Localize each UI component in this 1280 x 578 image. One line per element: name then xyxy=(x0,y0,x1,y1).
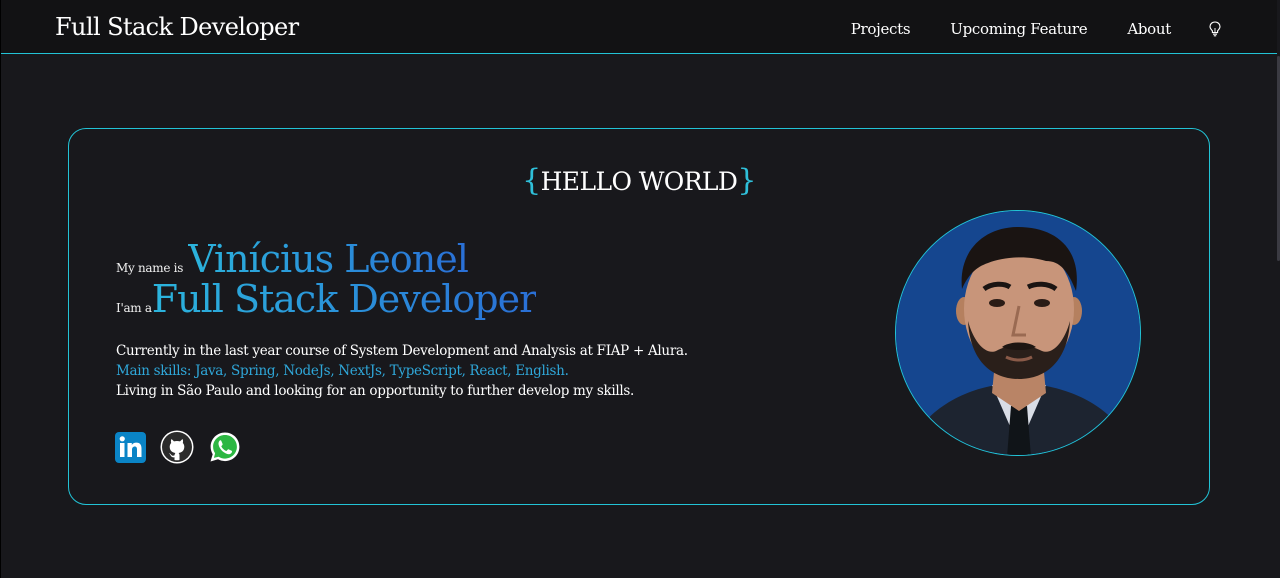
social-links xyxy=(115,430,256,468)
lightbulb-icon[interactable] xyxy=(1209,21,1221,37)
linkedin-icon[interactable] xyxy=(115,431,146,467)
nav-about[interactable]: About xyxy=(1127,20,1171,38)
role-line: I'am aFull Stack Developer xyxy=(116,277,537,321)
nav-upcoming-feature[interactable]: Upcoming Feature xyxy=(950,20,1087,38)
nav-links: Projects Upcoming Feature About xyxy=(811,20,1221,38)
window-edge xyxy=(0,0,1,578)
brace-open: { xyxy=(522,163,541,198)
description-location: Living in São Paulo and looking for an o… xyxy=(116,383,635,399)
developer-name: Vinícius Leonel xyxy=(188,237,469,281)
whatsapp-icon[interactable] xyxy=(208,430,242,468)
role-prefix: I'am a xyxy=(116,301,152,315)
hello-text: HELLO WORLD xyxy=(540,167,738,196)
top-navbar: Full Stack Developer Projects Upcoming F… xyxy=(1,0,1277,54)
developer-role: Full Stack Developer xyxy=(151,277,537,321)
intro-card: {HELLO WORLD} My name is Vinícius Leonel… xyxy=(68,128,1210,505)
brace-close: } xyxy=(737,163,756,198)
description-education: Currently in the last year course of Sys… xyxy=(116,343,688,359)
name-line: My name is Vinícius Leonel xyxy=(116,237,469,281)
hello-world-heading: {HELLO WORLD} xyxy=(69,163,1209,198)
github-icon[interactable] xyxy=(160,430,194,468)
profile-photo xyxy=(895,210,1141,456)
nav-projects[interactable]: Projects xyxy=(851,20,911,38)
description-skills: Main skills: Java, Spring, NodeJs, NextJ… xyxy=(116,363,569,379)
brand-title[interactable]: Full Stack Developer xyxy=(55,13,299,41)
description: Currently in the last year course of Sys… xyxy=(116,341,688,401)
name-prefix: My name is xyxy=(116,261,184,275)
